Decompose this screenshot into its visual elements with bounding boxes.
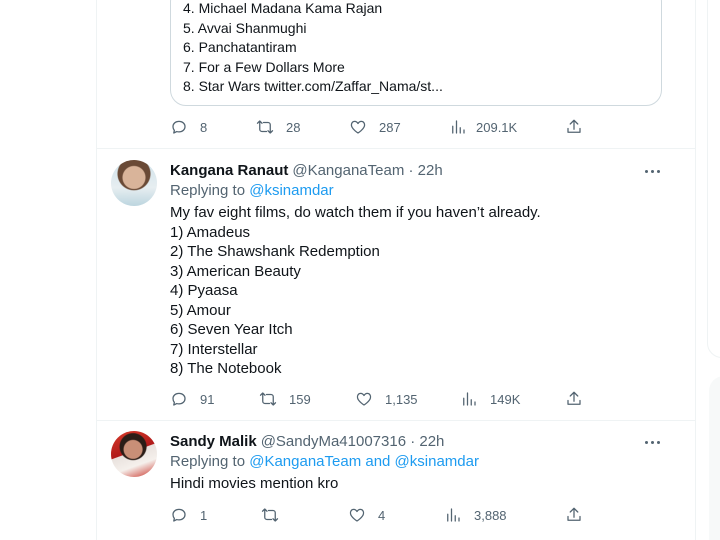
text-line: 3) American Beauty: [170, 262, 301, 280]
sidebar-card: [707, 0, 720, 358]
quoted-tweet-card[interactable]: 4. Michael Madana Kama Rajan 5. Avvai Sh…: [170, 0, 662, 106]
left-gutter: [0, 0, 96, 540]
views-icon: [452, 120, 465, 134]
views-count: 209.1K: [476, 119, 518, 135]
avatar[interactable]: [111, 431, 157, 477]
retweet-button[interactable]: 159: [259, 389, 311, 409]
avatar[interactable]: [111, 160, 157, 206]
views-count: 149K: [490, 391, 521, 407]
text-line: 1) Amadeus: [170, 223, 251, 241]
retweet-button[interactable]: [261, 505, 291, 525]
like-count: 1,135: [385, 391, 418, 407]
sidebar-card: [709, 376, 720, 540]
text-line: My fav eight films, do watch them if you…: [170, 204, 541, 221]
more-icon[interactable]: [643, 162, 661, 180]
retweet-icon: [261, 508, 279, 522]
like-button[interactable]: 1,135: [355, 389, 418, 409]
share-button[interactable]: [565, 389, 583, 409]
reply-icon: [172, 508, 186, 522]
username-timestamp[interactable]: @KanganaTeam · 22h: [292, 162, 442, 179]
reply-button[interactable]: 91: [170, 389, 214, 409]
tweet-header: Sandy Malik @SandyMa41007316 · 22h: [170, 431, 444, 451]
reply-icon: [172, 120, 186, 134]
retweet-icon: [259, 392, 277, 406]
share-icon: [567, 119, 581, 133]
reply-icon: [172, 392, 186, 406]
text-line: 7) Interstellar: [170, 340, 258, 358]
views-count: 3,888: [474, 507, 507, 523]
more-icon[interactable]: [643, 433, 661, 451]
tweet-header: Kangana Ranaut @KanganaTeam · 22h: [170, 160, 443, 180]
more-dot: [650, 440, 654, 444]
like-button[interactable]: 287: [349, 117, 401, 137]
like-count: 4: [378, 507, 386, 523]
quoted-line: 6. Panchatantiram: [183, 39, 297, 56]
views-button[interactable]: 3,888: [444, 505, 507, 525]
reply-count: 8: [200, 119, 208, 135]
text-line: 2) The Shawshank Redemption: [170, 243, 380, 260]
like-icon: [350, 120, 366, 134]
tweet: Kangana Ranaut @KanganaTeam · 22h Replyi…: [97, 160, 696, 418]
views-button[interactable]: 149K: [460, 389, 520, 409]
like-button[interactable]: 4: [348, 505, 385, 525]
more-dot: [656, 440, 660, 444]
tweet-text: Hindi movies mention kro: [170, 474, 338, 494]
reply-button[interactable]: 8: [170, 117, 207, 137]
replying-prefix: Replying to: [170, 182, 250, 199]
tweet-divider: [97, 148, 696, 149]
views-button[interactable]: 209.1K: [449, 117, 517, 137]
mention-link[interactable]: @KanganaTeam and @ksinamdar: [249, 453, 479, 470]
reply-count: 91: [200, 391, 215, 407]
like-icon: [356, 392, 372, 406]
like-icon: [349, 508, 365, 522]
more-dot: [650, 169, 654, 173]
replying-prefix: Replying to: [170, 453, 250, 470]
retweet-count: 159: [289, 391, 311, 407]
more-dot: [644, 440, 648, 444]
tweet-actions: 1 4 3,888: [170, 505, 590, 525]
retweet-button[interactable]: 28: [256, 117, 300, 137]
reply-button[interactable]: 1: [170, 505, 207, 525]
share-button[interactable]: [565, 505, 583, 525]
views-icon: [463, 392, 476, 406]
retweet-count: 28: [286, 119, 301, 135]
tweet-actions: 8 28 287 209.1K: [170, 117, 590, 137]
mention-link[interactable]: @ksinamdar: [249, 182, 333, 199]
tweet-actions: 91 159 1,135 149K: [170, 389, 590, 409]
reply-count: 1: [200, 507, 208, 523]
tweet-divider: [97, 420, 696, 421]
tweet: Sandy Malik @SandyMa41007316 · 22h Reply…: [97, 431, 696, 511]
display-name[interactable]: Kangana Ranaut: [170, 162, 288, 179]
quoted-line: 8. Star Wars twitter.com/Zaffar_Nama/st.…: [183, 78, 443, 95]
text-line: 8) The Notebook: [170, 360, 282, 377]
tweet-text: My fav eight films, do watch them if you…: [170, 203, 541, 379]
text-line: Hindi movies mention kro: [170, 475, 339, 492]
retweet-icon: [256, 120, 274, 134]
replying-to: Replying to @ksinamdar: [170, 182, 334, 199]
display-name[interactable]: Sandy Malik: [170, 433, 257, 450]
text-line: 4) Pyaasa: [170, 282, 238, 299]
replying-to: Replying to @KanganaTeam and @ksinamdar: [170, 453, 479, 470]
like-count: 287: [379, 119, 401, 135]
share-button[interactable]: [565, 117, 583, 137]
quoted-line: 7. For a Few Dollars More: [183, 58, 345, 75]
quoted-line: 5. Avvai Shanmughi: [183, 19, 307, 36]
share-icon: [567, 391, 581, 405]
share-icon: [567, 507, 581, 521]
username-timestamp[interactable]: @SandyMa41007316 · 22h: [261, 433, 445, 450]
quoted-line: 4. Michael Madana Kama Rajan: [183, 0, 383, 16]
more-dot: [644, 169, 648, 173]
text-line: 6) Seven Year Itch: [170, 321, 293, 338]
more-dot: [656, 169, 660, 173]
views-icon: [447, 508, 460, 522]
quoted-tweet-text: 4. Michael Madana Kama Rajan 5. Avvai Sh…: [183, 0, 443, 97]
text-line: 5) Amour: [170, 301, 231, 319]
